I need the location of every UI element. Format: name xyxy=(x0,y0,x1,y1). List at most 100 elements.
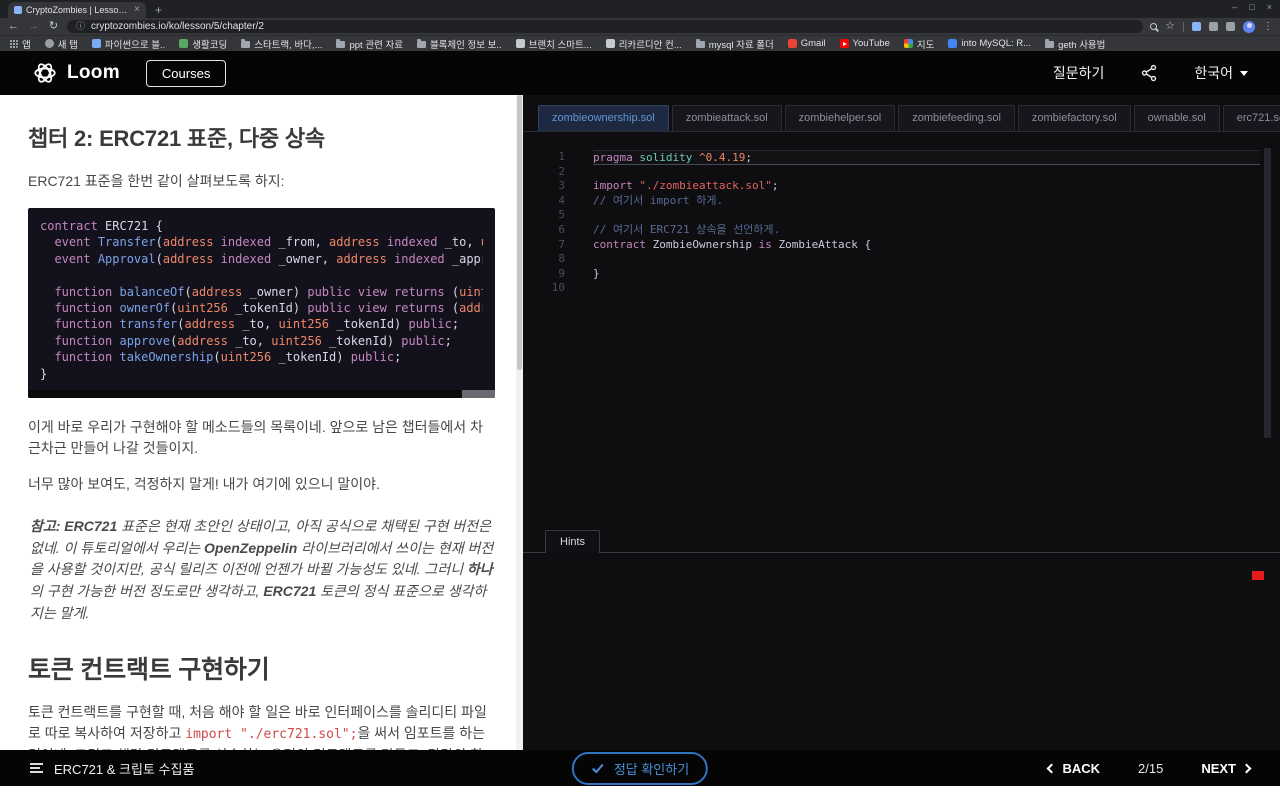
bookmark-label: 리카르디안 컨... xyxy=(618,39,682,51)
tab-close-icon[interactable]: × xyxy=(134,5,140,15)
lesson-paragraph: 너무 많아 보여도, 걱정하지 말게! 내가 여기에 있으니 말이야. xyxy=(28,475,380,492)
bookmark-label: 스타트랙, 바다,... xyxy=(254,39,323,51)
hints-tab[interactable]: Hints xyxy=(545,530,601,553)
code-line: import "./zombieattack.sol"; xyxy=(593,179,779,193)
code-line: event Transfer(address indexed _from, ad… xyxy=(54,235,483,250)
red-indicator xyxy=(1252,571,1264,580)
bookmark-favicon xyxy=(241,39,251,48)
profile-avatar[interactable] xyxy=(1243,20,1255,33)
bookmark-item[interactable]: 앱 xyxy=(9,37,31,51)
site-info-icon[interactable]: ⓘ xyxy=(76,22,85,31)
new-tab-button[interactable]: + xyxy=(155,4,162,16)
lesson-scrollbar[interactable] xyxy=(516,95,523,750)
code-line: function takeOwnership(uint256 _tokenId)… xyxy=(54,350,402,365)
next-label: NEXT xyxy=(1201,760,1236,776)
bookmark-item[interactable]: 파이썬으로 블.. xyxy=(91,37,165,51)
bookmark-item[interactable]: ppt 관련 자료 xyxy=(336,37,403,51)
code-editor[interactable]: 1 2 3 4 5 6 7 8 9 10 pragma solidity ^0.4.19; imp… xyxy=(523,132,1280,530)
extension-icon[interactable] xyxy=(1192,22,1201,31)
loom-logo[interactable]: Loom xyxy=(32,60,120,86)
lesson-paragraph: 토큰 컨트랙트를 구현할 때, 처음 해야 할 일은 바로 인터페이스를 솔리디… xyxy=(28,702,495,750)
extension-icon[interactable] xyxy=(1226,22,1235,31)
bookmark-item[interactable]: 브랜치 스마트... xyxy=(515,37,592,51)
code-line: contract ZombieOwnership is ZombieAttack… xyxy=(593,237,872,251)
bookmark-item[interactable]: into MySQL: R... xyxy=(948,38,1031,49)
file-tab[interactable]: ownable.sol xyxy=(1133,105,1220,131)
bookmark-favicon xyxy=(179,39,189,48)
bookmark-item[interactable]: 스타트랙, 바다,... xyxy=(241,37,322,51)
next-button[interactable]: NEXT xyxy=(1201,760,1252,776)
file-tab[interactable]: zombieattack.sol xyxy=(671,105,782,131)
chevron-left-icon xyxy=(1047,763,1057,773)
menu-icon xyxy=(30,763,43,773)
bookmark-label: 앱 xyxy=(22,39,31,51)
editor-gutter: 1 2 3 4 5 6 7 8 9 10 xyxy=(523,150,575,530)
courses-button[interactable]: Courses xyxy=(145,59,227,87)
back-button[interactable]: BACK xyxy=(1047,760,1101,776)
line-number: 3 xyxy=(558,179,565,193)
browser-menu-icon[interactable]: ⋮ xyxy=(1263,21,1273,32)
code-line: function balanceOf(address _owner) publi… xyxy=(54,284,483,299)
file-tab[interactable]: zombiefeeding.sol xyxy=(898,105,1015,131)
text-segment: 참고: ERC721 xyxy=(30,517,118,534)
browser-tab[interactable]: CryptoZombies | Lesson 5 × xyxy=(8,2,146,18)
forward-icon[interactable]: → xyxy=(27,21,40,32)
bookmark-item[interactable]: 리카르디안 컨... xyxy=(605,37,682,51)
ask-question-link[interactable]: 질문하기 xyxy=(1053,63,1105,83)
check-answer-button[interactable]: 정답 확인하기 xyxy=(571,751,709,785)
line-number: 4 xyxy=(558,193,565,207)
language-label: 한국어 xyxy=(1194,65,1233,81)
header-actions: 질문하기 한국어 xyxy=(1053,63,1248,83)
line-number: 8 xyxy=(558,252,565,266)
bookmark-item[interactable]: Gmail xyxy=(787,38,826,49)
horizontal-scrollbar[interactable] xyxy=(28,389,495,398)
text-segment: 하나 xyxy=(466,561,493,578)
bookmark-label: 브랜치 스마트... xyxy=(528,39,592,51)
code-line: } xyxy=(40,366,48,381)
line-number: 9 xyxy=(558,266,565,280)
bookmark-item[interactable]: geth 사용법 xyxy=(1045,37,1105,51)
code-line: contract ERC721 { xyxy=(40,219,163,233)
file-tab[interactable]: zombieownership.sol xyxy=(538,105,669,131)
chevron-down-icon xyxy=(1240,70,1248,76)
app-header: Loom Courses 질문하기 한국어 xyxy=(0,51,1280,95)
file-tab[interactable]: zombiehelper.sol xyxy=(784,105,896,131)
back-icon[interactable]: ← xyxy=(7,21,20,32)
scrollbar-thumb[interactable] xyxy=(28,389,463,398)
address-bar[interactable]: ⓘ cryptozombies.io/ko/lesson/5/chapter/2 xyxy=(67,20,1144,33)
maximize-icon[interactable]: □ xyxy=(1249,3,1254,12)
text-segment: 의 구현 가능한 버전 정도로만 생각하고, xyxy=(30,582,264,599)
back-label: BACK xyxy=(1062,760,1101,776)
bookmark-star-icon[interactable]: ☆ xyxy=(1165,21,1175,32)
code-area[interactable]: pragma solidity ^0.4.19; import "./zombi… xyxy=(593,150,1260,530)
file-tab[interactable]: erc721.sol xyxy=(1222,105,1280,131)
bookmark-favicon xyxy=(839,39,849,48)
text-segment: import "./erc721.sol"; xyxy=(185,727,358,743)
vertical-scrollbar[interactable] xyxy=(1264,148,1271,438)
bookmark-item[interactable]: YouTube xyxy=(839,38,890,49)
close-icon[interactable]: × xyxy=(1267,3,1272,12)
reload-icon[interactable]: ↻ xyxy=(47,21,60,32)
bookmark-label: 지도 xyxy=(916,39,935,51)
check-answer-label: 정답 확인하기 xyxy=(613,761,690,777)
share-icon[interactable] xyxy=(1140,64,1158,82)
toolbar-divider xyxy=(1183,21,1184,32)
lesson-menu-button[interactable]: ERC721 & 크립토 수집품 xyxy=(30,759,194,778)
extension-icon[interactable] xyxy=(1209,22,1218,31)
bookmark-item[interactable]: 블록체인 정보 보.. xyxy=(416,37,502,51)
bookmark-item[interactable]: 생활코딩 xyxy=(179,37,227,51)
bookmark-favicon xyxy=(903,39,913,48)
language-selector[interactable]: 한국어 xyxy=(1194,63,1248,83)
code-line: // 여기서 ERC721 상속을 선언하게. xyxy=(593,222,781,236)
line-number: 5 xyxy=(558,208,565,222)
interface-code-block: contract ERC721 { event Transfer(address… xyxy=(28,208,495,398)
bookmark-item[interactable]: 새 탭 xyxy=(44,37,78,51)
bookmark-favicon xyxy=(1045,39,1055,48)
bookmark-item[interactable]: mysql 자료 폴더 xyxy=(695,37,774,51)
zoom-icon[interactable] xyxy=(1150,23,1158,30)
file-tab[interactable]: zombiefactory.sol xyxy=(1017,105,1131,131)
scrollbar-thumb[interactable] xyxy=(517,95,522,371)
bookmark-item[interactable]: 지도 xyxy=(903,37,935,51)
minimize-icon[interactable]: – xyxy=(1232,3,1237,12)
